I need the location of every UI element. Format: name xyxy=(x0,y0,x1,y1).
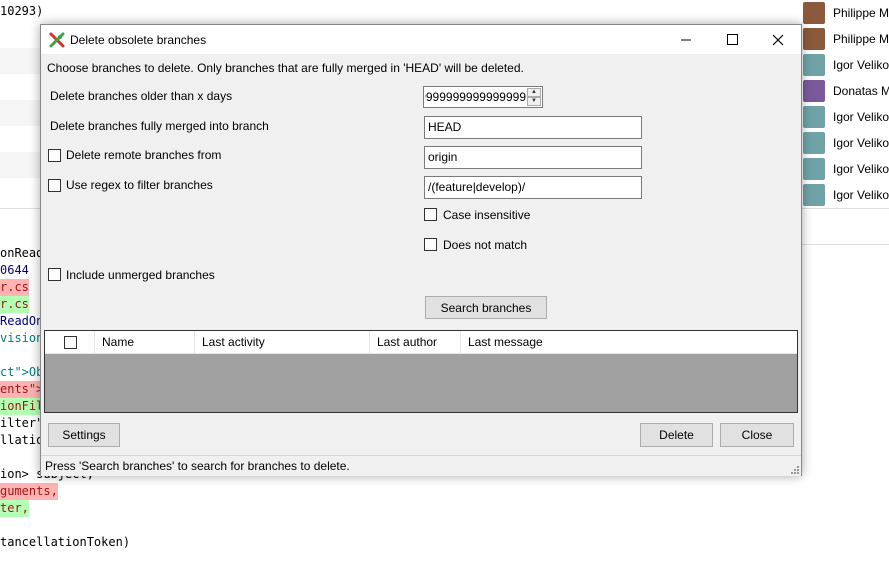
use-regex-label[interactable]: Use regex to filter branches xyxy=(66,178,213,192)
author-name: Igor Veliko xyxy=(833,162,889,176)
code-line: tancellationToken) xyxy=(0,535,131,549)
remote-branches-checkbox[interactable] xyxy=(48,149,61,162)
author-row[interactable]: Igor Veliko xyxy=(800,130,889,156)
code-line: guments, xyxy=(0,483,58,500)
select-all-checkbox[interactable] xyxy=(64,336,77,349)
maximize-icon xyxy=(726,34,738,45)
include-unmerged-label[interactable]: Include unmerged branches xyxy=(66,268,215,282)
delete-obsolete-branches-dialog: Delete obsolete branches Choose branches… xyxy=(40,24,802,476)
code-line: ionFil xyxy=(0,398,44,415)
author-row[interactable]: Igor Veliko xyxy=(800,52,889,78)
code-line: 0644 xyxy=(0,263,29,277)
git-extensions-icon xyxy=(49,32,65,48)
dialog-title: Delete obsolete branches xyxy=(70,33,207,47)
bg-row xyxy=(0,126,45,152)
avatar xyxy=(803,2,825,24)
minimize-icon xyxy=(681,39,691,40)
status-text: Press 'Search branches' to search for br… xyxy=(45,459,350,473)
author-row[interactable]: Igor Veliko xyxy=(800,156,889,182)
bg-row xyxy=(0,100,45,126)
title-bar[interactable]: Delete obsolete branches xyxy=(41,25,801,54)
author-name: Igor Veliko xyxy=(833,136,889,150)
does-not-match-checkbox[interactable] xyxy=(424,238,437,251)
avatar xyxy=(803,80,825,102)
remote-branches-label[interactable]: Delete remote branches from xyxy=(66,148,221,162)
avatar xyxy=(803,132,825,154)
column-header-last-message[interactable]: Last message xyxy=(461,331,797,353)
resize-grip-icon[interactable] xyxy=(789,464,799,474)
code-line: 10293) xyxy=(0,4,44,18)
bg-row xyxy=(0,48,45,74)
spin-down-button[interactable]: ▼ xyxy=(527,97,541,106)
include-unmerged-checkbox[interactable] xyxy=(48,268,61,281)
bg-row xyxy=(0,22,45,48)
older-than-days-value[interactable]: 99999999999999999999 xyxy=(425,87,526,107)
case-insensitive-label[interactable]: Case insensitive xyxy=(443,208,530,222)
older-than-label: Delete branches older than x days xyxy=(50,89,233,103)
merged-into-label: Delete branches fully merged into branch xyxy=(50,119,269,133)
code-line: ents"> xyxy=(0,381,44,398)
code-line: r.cs xyxy=(0,296,29,313)
author-row[interactable]: Igor Veliko xyxy=(800,182,889,208)
case-insensitive-checkbox[interactable] xyxy=(424,208,437,221)
status-bar: Press 'Search branches' to search for br… xyxy=(41,455,801,476)
minimize-button[interactable] xyxy=(663,25,709,54)
settings-button[interactable]: Settings xyxy=(48,423,120,447)
use-regex-checkbox[interactable] xyxy=(48,179,61,192)
code-line: ter, xyxy=(0,500,29,517)
code-line: ReadOn xyxy=(0,314,44,328)
author-name: Philippe M xyxy=(833,6,889,20)
regex-filter-input[interactable]: /(feature|develop)/ xyxy=(424,176,642,199)
close-button[interactable]: Close xyxy=(720,423,794,447)
select-all-column xyxy=(45,331,95,353)
author-name: Philippe M xyxy=(833,32,889,46)
author-row[interactable]: Igor Veliko xyxy=(800,104,889,130)
author-name: Igor Veliko xyxy=(833,188,889,202)
author-name: Igor Veliko xyxy=(833,110,889,124)
remote-name-input[interactable]: origin xyxy=(424,146,642,169)
intro-text: Choose branches to delete. Only branches… xyxy=(47,61,524,75)
search-branches-button[interactable]: Search branches xyxy=(425,296,547,319)
panel-divider xyxy=(800,244,889,245)
spinner-buttons: ▲ ▼ xyxy=(527,88,541,106)
branches-grid[interactable]: Name Last activity Last author Last mess… xyxy=(44,330,798,413)
delete-button[interactable]: Delete xyxy=(640,423,713,447)
avatar xyxy=(803,106,825,128)
bg-row xyxy=(0,74,45,100)
author-row[interactable]: Philippe M xyxy=(800,0,889,26)
code-line: ilter" xyxy=(0,416,44,430)
merged-into-branch-input[interactable]: HEAD xyxy=(424,116,642,139)
code-line: llatio xyxy=(0,433,44,447)
code-line: vision xyxy=(0,331,44,345)
maximize-button[interactable] xyxy=(709,25,755,54)
dialog-body: Choose branches to delete. Only branches… xyxy=(41,54,801,476)
bg-row xyxy=(0,152,45,178)
does-not-match-label[interactable]: Does not match xyxy=(443,238,527,252)
avatar xyxy=(803,158,825,180)
author-row[interactable]: Philippe M xyxy=(800,26,889,52)
avatar xyxy=(803,54,825,76)
avatar xyxy=(803,184,825,206)
author-name: Donatas M xyxy=(833,84,889,98)
older-than-days-spinner[interactable]: 99999999999999999999 ▲ ▼ xyxy=(423,86,543,108)
author-name: Igor Veliko xyxy=(833,58,889,72)
close-icon xyxy=(772,34,784,45)
avatar xyxy=(803,28,825,50)
code-line: r.cs xyxy=(0,279,29,296)
close-window-button[interactable] xyxy=(755,25,801,54)
bg-row xyxy=(0,178,45,204)
column-header-name[interactable]: Name xyxy=(95,331,195,353)
grid-header: Name Last activity Last author Last mess… xyxy=(45,331,797,354)
spin-up-button[interactable]: ▲ xyxy=(527,88,541,97)
column-header-last-activity[interactable]: Last activity xyxy=(195,331,370,353)
code-line: ct">Ob xyxy=(0,365,44,379)
author-row[interactable]: Donatas M xyxy=(800,78,889,104)
column-header-last-author[interactable]: Last author xyxy=(370,331,461,353)
